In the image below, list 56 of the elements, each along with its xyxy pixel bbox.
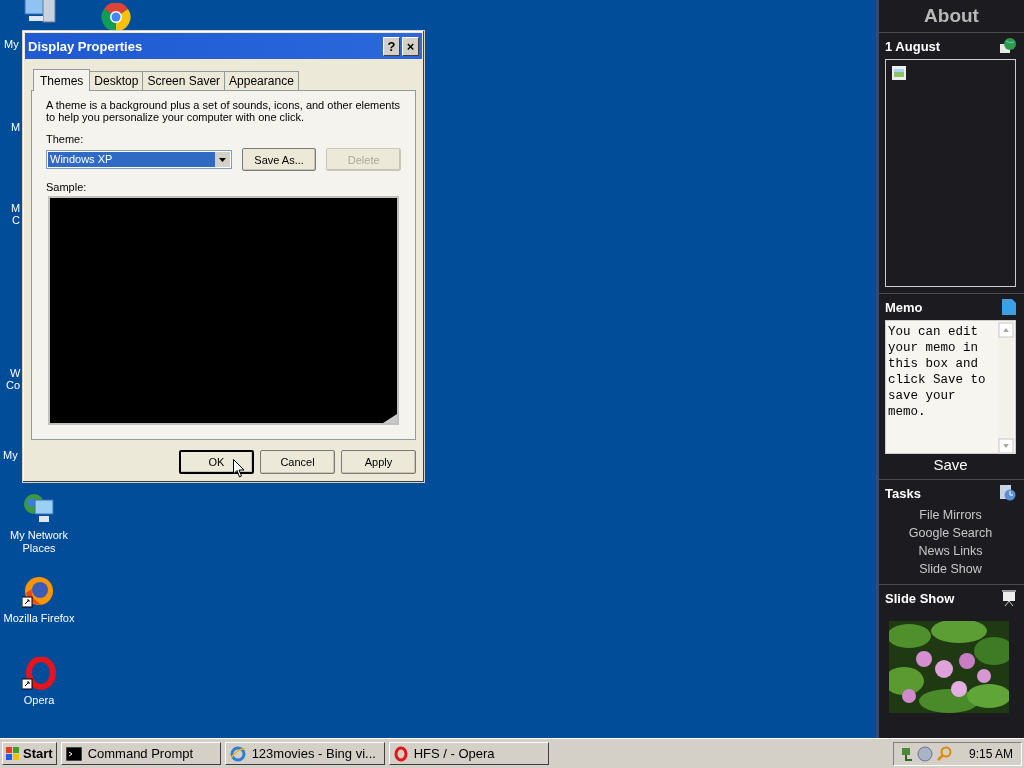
note-icon[interactable] [1002,299,1016,315]
icon-label: C [12,214,20,226]
section-title: 1 August [885,38,941,54]
cancel-button[interactable]: Cancel [260,450,335,474]
windows-logo-icon [6,746,20,761]
icon-label: M [11,121,21,133]
theme-label: Theme: [46,133,85,145]
opera-icon [393,745,408,762]
icon-label: My [4,38,19,50]
icon-label: My Network Places [8,529,70,555]
globe-icon[interactable] [1000,38,1016,54]
apply-button[interactable]: Apply [341,450,416,474]
theme-dropdown[interactable]: Windows XP [46,150,232,169]
icon-label: Mozilla Firefox [2,612,76,625]
window-title: Display Properties [28,38,144,54]
clock-time: 9:15 AM [968,746,1013,761]
tab[interactable]: Appearance [224,71,299,90]
task-link[interactable]: Slide Show [919,560,982,578]
chrome-icon[interactable] [100,3,132,31]
icon-label: M [11,202,21,214]
taskbar-button[interactable]: HFS / - Opera [388,742,549,765]
terminal-icon [65,746,82,761]
start-button[interactable]: Start [2,742,57,765]
computer-icon[interactable] [23,0,57,26]
tab[interactable]: Desktop [89,71,144,90]
section-title: Slide Show [885,590,955,606]
network-icon[interactable] [899,745,914,762]
section-title: Memo [885,299,923,315]
save-as-button[interactable]: Save As... [241,148,317,171]
task-link[interactable]: Google Search [908,524,993,542]
image-icon [892,66,906,80]
icon-label: W [10,367,21,379]
icon-label: Co [6,379,21,391]
tab[interactable]: Themes [33,69,91,91]
sidebar-header: About [879,0,1024,33]
taskbar-button[interactable]: Command Prompt [60,742,221,765]
memo-field[interactable]: You can edit your memo in this box and click Save to save your memo. [885,320,1016,454]
clock-icon[interactable] [1000,485,1016,501]
scrollbar[interactable] [998,322,1014,454]
opera-icon[interactable] [22,657,56,691]
sample-label: Sample: [46,181,88,193]
task-link[interactable]: File Mirrors [919,506,982,524]
firefox-icon[interactable] [22,575,56,609]
save-link[interactable]: Save [933,456,968,473]
taskbar-button[interactable]: 123movies - Bing vi... [224,742,385,765]
section-title: Tasks [885,485,921,501]
help-button[interactable]: ? [383,36,400,56]
mouse-pointer-icon [233,459,245,478]
task-link[interactable]: News Links [918,542,983,560]
projector-screen-icon[interactable] [1002,590,1016,606]
description-text: A theme is a background plus a set of sounds, icons, and other elements to help you personalize your computer with one click. [46,99,401,123]
ok-button[interactable]: OK [179,450,254,474]
icon-label: My [3,449,18,461]
ie-icon [229,745,246,762]
close-button[interactable]: × [402,36,419,56]
icon-label: Opera [22,694,56,707]
